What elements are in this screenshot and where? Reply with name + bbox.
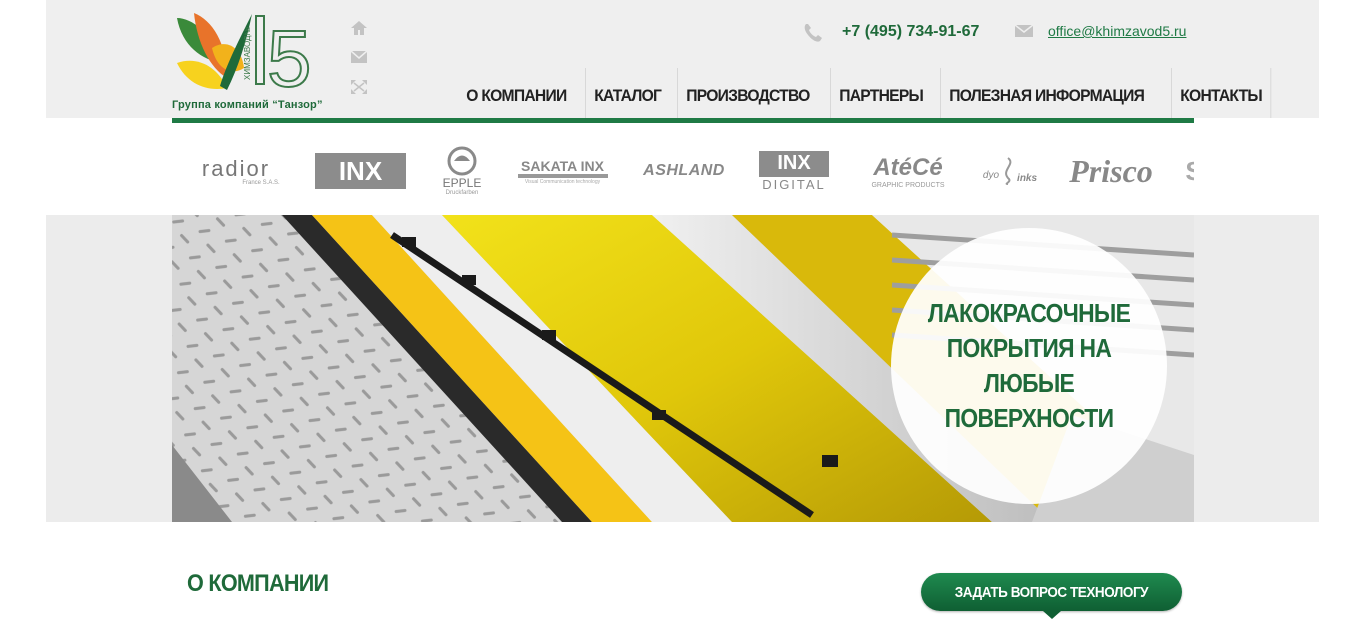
section-title-company: О КОМПАНИИ xyxy=(187,570,329,597)
dyo-swirl-icon xyxy=(1005,157,1012,185)
nav-item-company[interactable]: О КОМПАНИИ xyxy=(458,68,575,118)
hero-slogan: ЛАКОКРАСОЧНЫЕ ПОКРЫТИЯ НА ЛЮБЫЕ ПОВЕРХНО… xyxy=(927,298,1131,433)
ask-technologist-label: ЗАДАТЬ ВОПРОС ТЕХНОЛОГУ xyxy=(954,583,1149,601)
brand-dyo-sub: inks xyxy=(1017,172,1038,184)
nav-item-production[interactable]: ПРОИЗВОДСТВО xyxy=(676,68,818,118)
nav-item-partners[interactable]: ПАРТНЕРЫ xyxy=(829,68,931,118)
brand-sakata-name: SAKATA INX xyxy=(521,157,604,174)
nav-item-catalog[interactable]: КАТАЛОГ xyxy=(584,68,669,118)
brand-inx[interactable]: INX xyxy=(315,140,406,202)
brand-inx-digital[interactable]: INX DIGITAL xyxy=(758,140,830,202)
brand-epple[interactable]: EPPLE Druckfarben xyxy=(434,140,490,202)
brand-atece-name: AtéCé xyxy=(873,153,943,181)
envelope-icon xyxy=(1014,24,1034,38)
brand-partial[interactable]: S xyxy=(1184,140,1194,202)
brand-radior-name: radior xyxy=(201,156,271,181)
brand-ashland[interactable]: ASHLAND xyxy=(634,140,734,202)
brand-inx-name: INX xyxy=(315,153,406,189)
hero-slogan-circle: ЛАКОКРАСОЧНЫЕ ПОКРЫТИЯ НА ЛЮБЫЕ ПОВЕРХНО… xyxy=(891,228,1167,504)
brand-sakata[interactable]: SAKATA INX Visual Communication technolo… xyxy=(515,140,610,202)
brand-atece-sub: GRAPHIC PRODUCTS xyxy=(871,181,945,189)
phone-icon xyxy=(802,22,824,44)
brand-prisco-name: Prisco xyxy=(1069,152,1153,189)
brand-dyo[interactable]: dyo inks xyxy=(980,140,1040,202)
mail-icon[interactable] xyxy=(350,50,368,66)
brand-logos-strip: radior France S.A.S. INX EPPLE Druckfarb… xyxy=(172,140,1194,202)
brand-partial-name: S xyxy=(1185,156,1194,187)
email-link[interactable]: office@khimzavod5.ru xyxy=(1048,23,1186,39)
brand-radior-sub: France S.A.S. xyxy=(242,180,280,186)
nav-item-contacts[interactable]: КОНТАКТЫ xyxy=(1170,68,1272,118)
brand-inx-digital-top: INX xyxy=(759,150,829,177)
brand-epple-sub: Druckfarben xyxy=(445,190,479,196)
logo-number: 5 xyxy=(267,14,312,100)
main-nav: О КОМПАНИИ КАТАЛОГ ПРОИЗВОДСТВО ПАРТНЕРЫ… xyxy=(458,68,1280,118)
brand-prisco[interactable]: Prisco xyxy=(1065,140,1157,202)
header-divider xyxy=(172,118,1194,123)
logo-vertical-text: ХИМЗАВОД№ xyxy=(243,27,252,80)
home-icon[interactable] xyxy=(350,20,368,36)
brand-radior[interactable]: radior France S.A.S. xyxy=(190,140,282,202)
brand-ashland-name: ASHLAND xyxy=(643,162,725,179)
phone-number[interactable]: +7 (495) 734-91-67 xyxy=(842,23,979,41)
brand-dyo-name: dyo xyxy=(982,169,1000,181)
brand-atece[interactable]: AtéCé GRAPHIC PRODUCTS xyxy=(862,140,954,202)
button-pointer xyxy=(1043,611,1061,619)
epple-emblem-icon xyxy=(447,146,477,176)
brand-sakata-sub: Visual Communication technology xyxy=(517,173,608,185)
brand-epple-name: EPPLE xyxy=(442,176,482,190)
logo-caption: Группа компаний “Танзор” xyxy=(172,99,323,111)
ask-technologist-button[interactable]: ЗАДАТЬ ВОПРОС ТЕХНОЛОГУ xyxy=(921,573,1182,611)
nav-item-useful-info[interactable]: ПОЛЕЗНАЯ ИНФОРМАЦИЯ xyxy=(940,68,1152,118)
expand-icon[interactable] xyxy=(350,79,368,95)
brand-inx-digital-name: DIGITAL xyxy=(762,176,826,192)
